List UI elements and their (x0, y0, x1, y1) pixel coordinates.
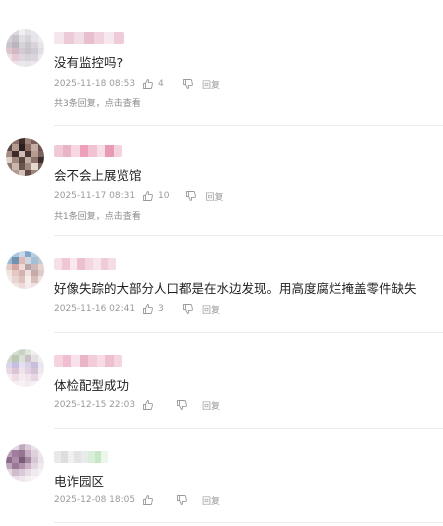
avatar[interactable] (6, 349, 44, 387)
comment-date: 2025-12-15 22:03 (54, 400, 136, 410)
like-count: 10 (158, 191, 170, 201)
reply-button[interactable]: 回复 (202, 399, 220, 412)
comment-meta: 2025-12-15 22:03 回复 (54, 398, 220, 412)
thumbs-down-icon[interactable] (176, 494, 188, 506)
thumbs-up-icon[interactable] (142, 494, 154, 506)
view-replies-link[interactable]: 共1条回复，点击查看 (54, 209, 141, 222)
comment-meta: 2025-11-16 02:41 3 回复 (54, 302, 220, 316)
reply-button[interactable]: 回复 (202, 494, 220, 507)
username-blurred[interactable] (54, 451, 108, 463)
thumbs-down-icon[interactable] (182, 78, 194, 90)
username-blurred[interactable] (54, 32, 124, 44)
avatar[interactable] (6, 251, 44, 289)
username-blurred[interactable] (54, 355, 122, 367)
divider (54, 125, 443, 126)
avatar[interactable] (6, 138, 44, 176)
avatar[interactable] (6, 444, 44, 482)
thumbs-down-icon[interactable] (182, 303, 194, 315)
comment-date: 2025-11-16 02:41 (54, 304, 136, 314)
thumbs-down-icon[interactable] (185, 190, 197, 202)
like-count: 3 (158, 304, 164, 314)
reply-button[interactable]: 回复 (205, 190, 223, 203)
thumbs-up-icon[interactable] (142, 399, 154, 411)
like-count: 4 (158, 79, 164, 89)
comment-meta: 2025-11-17 08:31 10 回复 (54, 189, 223, 203)
comment-meta: 2025-11-18 08:53 4 回复 (54, 77, 220, 91)
comment-date: 2025-11-18 08:53 (54, 79, 136, 89)
reply-button[interactable]: 回复 (202, 78, 220, 91)
avatar[interactable] (6, 29, 44, 67)
comment-date: 2025-11-17 08:31 (54, 191, 136, 201)
comment-text: 好像失踪的大部分人口都是在水边发现。用高度腐烂掩盖零件缺失 (54, 281, 417, 296)
comment-text: 电诈园区 (54, 474, 105, 489)
divider (54, 522, 443, 523)
username-blurred[interactable] (54, 145, 122, 157)
thumbs-up-icon[interactable] (142, 303, 154, 315)
thumbs-up-icon[interactable] (142, 190, 154, 202)
comment-text: 没有监控吗? (54, 55, 124, 70)
reply-button[interactable]: 回复 (202, 303, 220, 316)
divider (54, 332, 443, 333)
comment-text: 会不会上展览馆 (54, 168, 142, 183)
view-replies-link[interactable]: 共3条回复，点击查看 (54, 96, 141, 109)
divider (54, 235, 443, 236)
comment-date: 2025-12-08 18:05 (54, 495, 136, 505)
comment-meta: 2025-12-08 18:05 回复 (54, 493, 220, 507)
username-blurred[interactable] (54, 258, 116, 270)
comment-text: 体检配型成功 (54, 378, 130, 393)
divider (54, 428, 443, 429)
thumbs-down-icon[interactable] (176, 399, 188, 411)
thumbs-up-icon[interactable] (142, 78, 154, 90)
